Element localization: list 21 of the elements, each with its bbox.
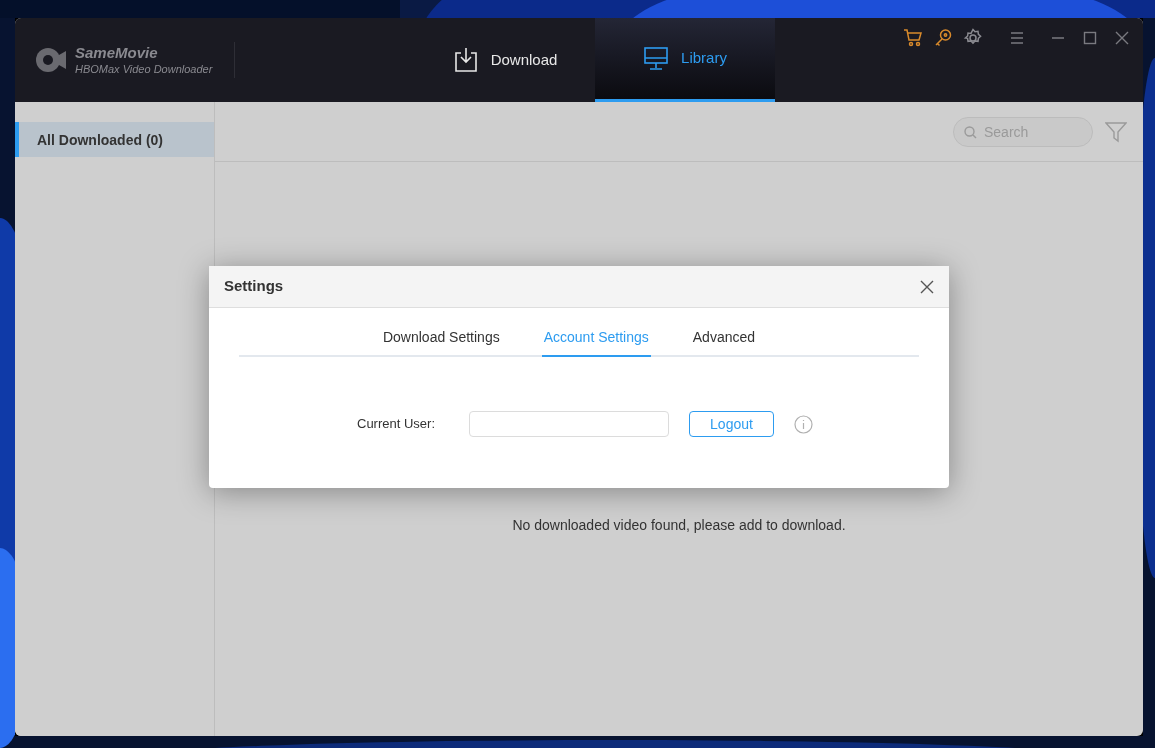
camera-logo-icon xyxy=(35,47,67,73)
cart-icon[interactable] xyxy=(903,28,923,48)
search-icon xyxy=(964,125,977,139)
menu-icon[interactable] xyxy=(1009,30,1025,46)
nav-tab[interactable]: Library xyxy=(595,18,775,102)
download-icon xyxy=(452,47,479,73)
settings-tab[interactable]: Download Settings xyxy=(380,327,502,355)
nav-tab[interactable]: Download xyxy=(415,18,595,102)
settings-tab[interactable]: Advanced xyxy=(690,327,758,355)
current-user-field[interactable] xyxy=(469,411,669,437)
app-subtitle: HBOMax Video Downloader xyxy=(75,62,213,77)
close-icon[interactable] xyxy=(1115,31,1129,45)
app-name: SameMovie xyxy=(75,43,159,63)
close-icon[interactable] xyxy=(920,279,934,294)
key-icon[interactable] xyxy=(933,28,953,48)
dialog-title: Settings xyxy=(224,276,284,297)
monitor-icon xyxy=(643,45,670,72)
maximize-icon[interactable] xyxy=(1083,31,1097,45)
sidebar-item[interactable]: All Downloaded (0) xyxy=(15,122,214,157)
current-user-label: Current User: xyxy=(357,415,437,434)
empty-message: No downloaded video found, please add to download. xyxy=(512,516,846,535)
